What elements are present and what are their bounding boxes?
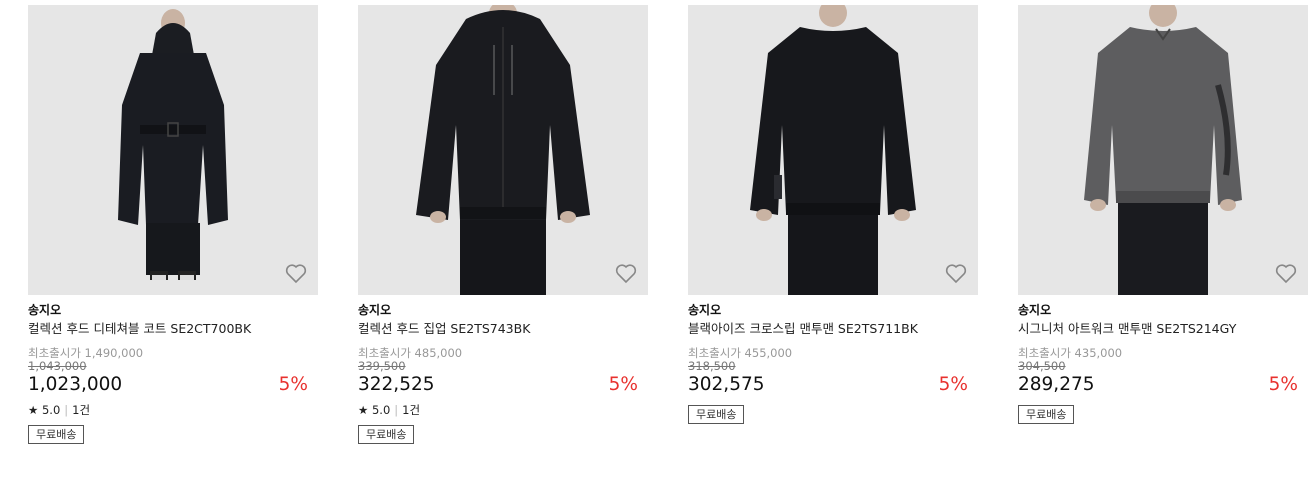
sale-price: 1,023,000 bbox=[28, 374, 123, 395]
discount-rate: 5% bbox=[938, 374, 968, 395]
rating: ★ 5.0 | 1건 bbox=[358, 403, 648, 417]
product-image[interactable] bbox=[358, 5, 648, 295]
product-name[interactable]: 블랙아이즈 크로스립 맨투맨 SE2TS711BK bbox=[688, 321, 978, 337]
divider: | bbox=[64, 403, 69, 417]
free-shipping-badge: 무료배송 bbox=[688, 405, 745, 424]
heart-outline-icon[interactable] bbox=[944, 261, 968, 285]
discount-rate: 5% bbox=[1268, 374, 1298, 395]
divider: | bbox=[394, 403, 399, 417]
brand-name[interactable]: 송지오 bbox=[358, 303, 648, 318]
sale-price: 322,525 bbox=[358, 374, 435, 395]
product-photo-hooded-zipup bbox=[358, 5, 648, 295]
brand-name[interactable]: 송지오 bbox=[28, 303, 318, 318]
product-photo-coat bbox=[28, 5, 318, 295]
free-shipping-badge: 무료배송 bbox=[1018, 405, 1075, 424]
price-row: 1,023,000 5% bbox=[28, 373, 318, 397]
review-count: 1건 bbox=[72, 403, 91, 417]
sale-price: 302,575 bbox=[688, 374, 765, 395]
product-card[interactable]: 송지오 시그니처 아트워크 맨투맨 SE2TS214GY 최초출시가 435,0… bbox=[1018, 5, 1308, 424]
rating-score: 5.0 bbox=[41, 403, 61, 417]
free-shipping-badge: 무료배송 bbox=[28, 425, 85, 444]
product-image[interactable] bbox=[1018, 5, 1308, 295]
product-card[interactable]: 송지오 컬렉션 후드 집업 SE2TS743BK 최초출시가 485,000 3… bbox=[358, 5, 648, 444]
product-name[interactable]: 시그니처 아트워크 맨투맨 SE2TS214GY bbox=[1018, 321, 1308, 337]
rating: ★ 5.0 | 1건 bbox=[28, 403, 318, 417]
list-price: 304,500 bbox=[1018, 359, 1066, 373]
price-row: 302,575 5% bbox=[688, 373, 978, 397]
list-price: 339,500 bbox=[358, 359, 406, 373]
product-grid: 송지오 컬렉션 후드 디테쳐블 코트 SE2CT700BK 최초출시가 1,49… bbox=[0, 0, 1316, 483]
product-image[interactable] bbox=[28, 5, 318, 295]
product-name[interactable]: 컬렉션 후드 디테쳐블 코트 SE2CT700BK bbox=[28, 321, 318, 337]
discount-rate: 5% bbox=[278, 374, 308, 395]
product-photo-sweatshirt-black bbox=[688, 5, 978, 295]
original-release-price: 최초출시가 485,000 bbox=[358, 346, 463, 360]
brand-name[interactable]: 송지오 bbox=[1018, 303, 1308, 318]
discount-rate: 5% bbox=[608, 374, 638, 395]
sale-price: 289,275 bbox=[1018, 374, 1095, 395]
heart-outline-icon[interactable] bbox=[614, 261, 638, 285]
product-name[interactable]: 컬렉션 후드 집업 SE2TS743BK bbox=[358, 321, 648, 337]
price-row: 289,275 5% bbox=[1018, 373, 1308, 397]
free-shipping-badge: 무료배송 bbox=[358, 425, 415, 444]
product-photo-sweatshirt-gray bbox=[1018, 5, 1308, 295]
heart-outline-icon[interactable] bbox=[284, 261, 308, 285]
review-count: 1건 bbox=[402, 403, 421, 417]
product-card[interactable]: 송지오 컬렉션 후드 디테쳐블 코트 SE2CT700BK 최초출시가 1,49… bbox=[28, 5, 318, 444]
product-card[interactable]: 송지오 블랙아이즈 크로스립 맨투맨 SE2TS711BK 최초출시가 455,… bbox=[688, 5, 978, 424]
original-release-price: 최초출시가 1,490,000 bbox=[28, 346, 144, 360]
star-icon: ★ bbox=[358, 403, 369, 417]
original-release-price: 최초출시가 435,000 bbox=[1018, 346, 1123, 360]
list-price: 1,043,000 bbox=[28, 359, 87, 373]
list-price: 318,500 bbox=[688, 359, 736, 373]
price-row: 322,525 5% bbox=[358, 373, 648, 397]
rating-score: 5.0 bbox=[371, 403, 391, 417]
star-icon: ★ bbox=[28, 403, 39, 417]
heart-outline-icon[interactable] bbox=[1274, 261, 1298, 285]
brand-name[interactable]: 송지오 bbox=[688, 303, 978, 318]
product-image[interactable] bbox=[688, 5, 978, 295]
original-release-price: 최초출시가 455,000 bbox=[688, 346, 793, 360]
